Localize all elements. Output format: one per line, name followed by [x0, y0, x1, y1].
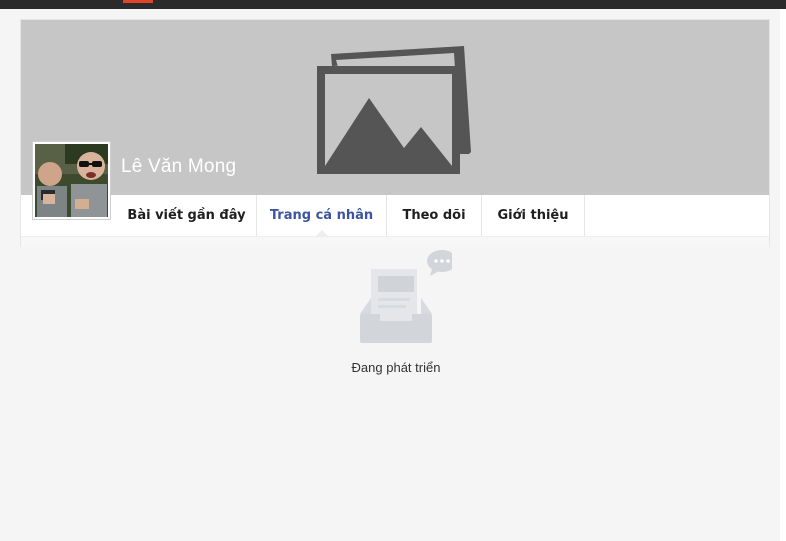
top-navigation-bar	[0, 0, 786, 9]
profile-header-card: Lê Văn Mong Bài viết gần đây Trang cá nh…	[20, 19, 770, 247]
topbar-badge[interactable]	[123, 0, 153, 3]
tab-about[interactable]: Giới thiệu	[482, 195, 585, 236]
empty-state-message: Đang phát triển	[351, 360, 441, 375]
right-scroll-gutter	[780, 9, 786, 541]
tab-personal-page[interactable]: Trang cá nhân	[257, 195, 387, 237]
tab-recent-posts[interactable]: Bài viết gần đây	[117, 195, 257, 236]
image-placeholder-icon	[314, 44, 484, 178]
profile-tabs: Bài viết gần đây Trang cá nhân Theo dõi …	[117, 195, 585, 237]
avatar[interactable]	[32, 141, 111, 220]
profile-name: Lê Văn Mong	[121, 156, 237, 177]
tabs-underbar	[21, 236, 769, 247]
tab-following[interactable]: Theo dõi	[387, 195, 482, 236]
inbox-chat-icon	[340, 248, 457, 348]
